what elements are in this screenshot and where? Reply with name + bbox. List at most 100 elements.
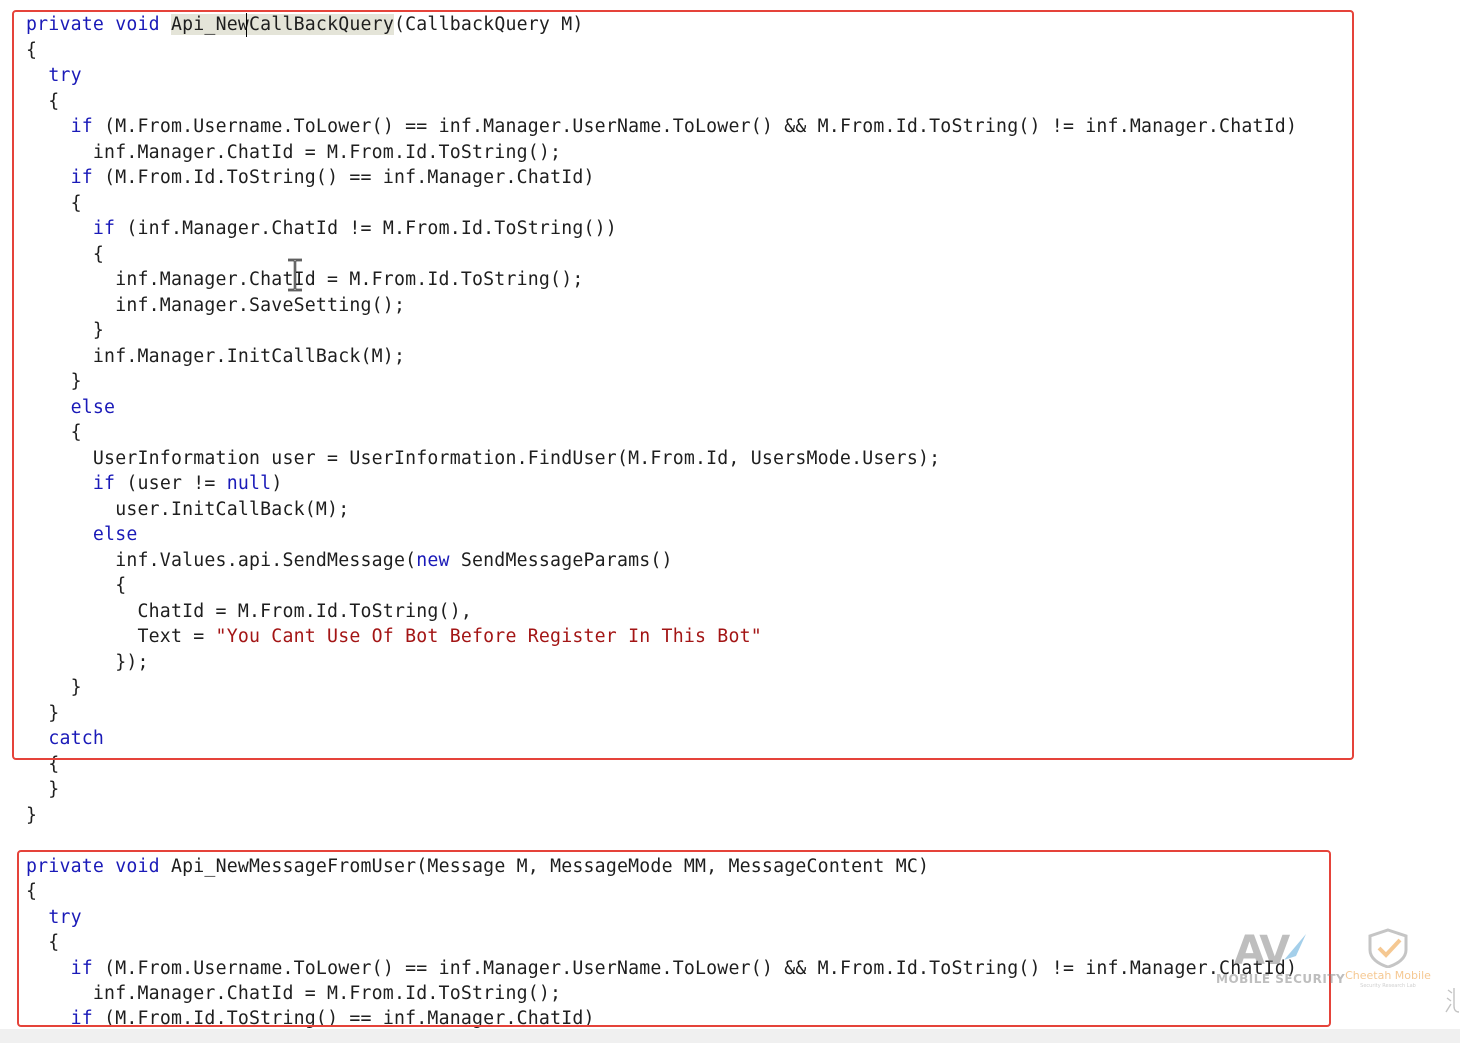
code-token: user.InitCallBack(M); <box>26 498 350 520</box>
code-line[interactable]: } <box>26 803 37 828</box>
code-token: UserInformation user = UserInformation.F… <box>26 447 941 469</box>
code-line[interactable]: catch <box>26 726 104 751</box>
keyword-token: new <box>416 549 450 571</box>
code-line[interactable]: Text = "You Cant Use Of Bot Before Regis… <box>26 624 762 649</box>
code-line[interactable]: { <box>26 573 126 598</box>
code-token: Api_NewMessageFromUser(Message M, Messag… <box>159 856 930 877</box>
code-token: { <box>26 192 82 214</box>
cheetah-mobile-label: Cheetah Mobile <box>1345 969 1431 982</box>
edge-glyph-icon <box>1445 988 1460 1013</box>
keyword-token: catch <box>48 728 105 749</box>
code-line[interactable]: { <box>26 242 104 267</box>
keyword-token: void <box>115 14 160 35</box>
code-token: { <box>26 243 105 265</box>
code-line[interactable]: { <box>26 752 59 777</box>
code-line[interactable]: { <box>26 420 82 445</box>
horizontal-scrollbar[interactable] <box>0 1029 1460 1043</box>
keyword-token: private <box>26 14 105 35</box>
keyword-token: if <box>70 957 93 979</box>
code-line[interactable]: { <box>26 930 59 955</box>
keyword-token: null <box>226 473 272 494</box>
code-editor[interactable]: private void Api_NewCallBackQuery(Callba… <box>0 0 1460 1043</box>
code-token: } <box>26 320 105 341</box>
keyword-token: if <box>92 218 116 239</box>
cheetah-mobile-watermark: Cheetah Mobile Security Research Lab <box>1338 928 1438 992</box>
code-line[interactable]: inf.Manager.ChatId = M.From.Id.ToString(… <box>26 981 561 1006</box>
code-line[interactable]: if (M.From.Id.ToString() == inf.Manager.… <box>26 1006 595 1031</box>
keyword-token: else <box>70 396 116 418</box>
keyword-token: else <box>92 524 138 545</box>
keyword-token: void <box>115 856 160 877</box>
code-line[interactable]: user.InitCallBack(M); <box>26 497 349 522</box>
av-mobile-security-watermark: AV MOBILE SECURITY <box>1212 926 1345 988</box>
code-token: inf.Manager.ChatId = M.From.Id.ToString(… <box>26 141 562 163</box>
keyword-token: if <box>70 1008 93 1030</box>
code-token: } <box>26 804 38 826</box>
code-token: inf.Values.api.SendMessage( <box>26 549 417 571</box>
code-token: { <box>26 90 60 112</box>
code-line[interactable]: } <box>26 675 82 700</box>
code-line[interactable]: if (M.From.Id.ToString() == inf.Manager.… <box>26 165 595 190</box>
code-token: { <box>26 881 38 903</box>
text-caret <box>246 13 247 37</box>
code-token: (M.From.Username.ToLower() == inf.Manage… <box>92 116 1298 137</box>
code-token: (user != <box>115 473 227 494</box>
shield-check-icon <box>1368 928 1408 969</box>
code-token: } <box>26 677 82 698</box>
keyword-token: try <box>48 65 82 86</box>
code-line[interactable]: inf.Manager.ChatId = M.From.Id.ToString(… <box>26 140 561 165</box>
keyword-token: if <box>70 116 93 137</box>
code-line[interactable]: try <box>26 905 82 930</box>
code-line[interactable]: } <box>26 369 82 394</box>
ibeam-cursor-icon <box>288 258 302 292</box>
code-line[interactable]: if (M.From.Username.ToLower() == inf.Man… <box>26 956 1297 981</box>
code-line[interactable]: }); <box>26 650 149 675</box>
code-line[interactable]: UserInformation user = UserInformation.F… <box>26 446 940 471</box>
cheetah-mobile-sublabel: Security Research Lab <box>1360 983 1416 989</box>
code-token: (CallbackQuery M) <box>393 14 584 35</box>
code-line[interactable]: } <box>26 701 59 726</box>
code-line[interactable]: try <box>26 63 82 88</box>
code-token: (M.From.Id.ToString() == inf.Manager.Cha… <box>92 167 595 188</box>
code-line[interactable]: if (inf.Manager.ChatId != M.From.Id.ToSt… <box>26 216 617 241</box>
code-token: { <box>26 39 38 61</box>
code-token: }); <box>26 651 149 673</box>
code-line[interactable]: private void Api_NewMessageFromUser(Mess… <box>26 854 929 879</box>
code-line[interactable]: if (M.From.Username.ToLower() == inf.Man… <box>26 114 1297 139</box>
code-line[interactable]: else <box>26 395 115 420</box>
code-line[interactable]: inf.Manager.InitCallBack(M); <box>26 344 405 369</box>
code-line[interactable]: ChatId = M.From.Id.ToString(), <box>26 599 472 624</box>
code-line[interactable]: { <box>26 879 37 904</box>
code-line[interactable]: } <box>26 318 104 343</box>
code-token: Text = <box>26 626 216 647</box>
code-line[interactable]: } <box>26 777 59 802</box>
keyword-token: if <box>70 167 93 188</box>
code-token: } <box>26 702 60 724</box>
code-line[interactable]: { <box>26 89 59 114</box>
code-line[interactable]: inf.Manager.SaveSetting(); <box>26 293 405 318</box>
code-token: { <box>26 753 60 775</box>
highlighted-identifier: Api_NewCallBackQuery <box>170 14 394 35</box>
code-line[interactable]: if (user != null) <box>26 471 282 496</box>
code-line[interactable]: { <box>26 38 37 63</box>
code-line[interactable]: inf.Values.api.SendMessage(new SendMessa… <box>26 548 673 573</box>
av-logo-icon: AV <box>1234 928 1306 974</box>
code-token: (M.From.Id.ToString() == inf.Manager.Cha… <box>92 1008 595 1030</box>
code-token: ChatId = M.From.Id.ToString(), <box>26 600 472 622</box>
code-line[interactable]: private void Api_NewCallBackQuery(Callba… <box>26 12 584 37</box>
code-token: } <box>26 371 82 392</box>
code-token: inf.Manager.SaveSetting(); <box>26 294 406 316</box>
string-token: "You Cant Use Of Bot Before Register In … <box>215 626 762 647</box>
code-line[interactable]: { <box>26 191 82 216</box>
code-line[interactable]: else <box>26 522 138 547</box>
code-token: SendMessageParams() <box>449 549 673 571</box>
